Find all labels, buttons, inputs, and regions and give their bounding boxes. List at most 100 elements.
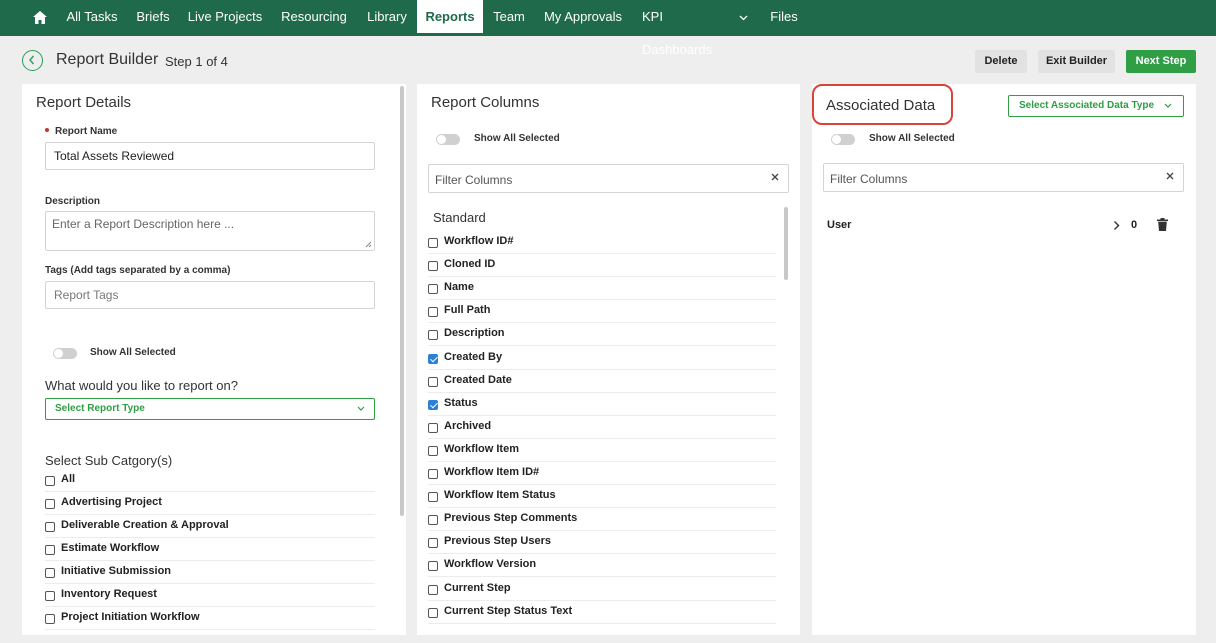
subcategory-item[interactable]: All — [45, 470, 375, 492]
column-checkbox[interactable] — [428, 261, 438, 272]
report-name-input[interactable]: Total Assets Reviewed — [45, 142, 375, 170]
column-label: Created Date — [444, 373, 512, 386]
nav-kpi-dashboards[interactable]: KPI Dashboards — [636, 0, 732, 57]
column-checkbox[interactable] — [428, 607, 438, 618]
column-checkbox[interactable] — [428, 330, 438, 341]
column-checkbox[interactable] — [428, 284, 438, 295]
nav-live-projects[interactable]: Live Projects — [182, 0, 268, 33]
column-label: Created By — [444, 350, 503, 363]
report-type-select-label: Select Report Type — [55, 403, 145, 414]
column-item[interactable]: Full Path — [428, 301, 776, 324]
associated-row-user[interactable]: User — [827, 219, 851, 231]
column-item[interactable]: Workflow Version — [428, 555, 776, 578]
description-placeholder: Enter a Report Description here ... — [52, 217, 235, 231]
subcategory-checkbox[interactable] — [45, 591, 55, 601]
trash-icon[interactable] — [1157, 218, 1168, 231]
column-item[interactable]: Archived — [428, 417, 776, 439]
column-label: Previous Step Comments — [444, 512, 578, 525]
column-checkbox[interactable] — [428, 492, 438, 503]
nav-library[interactable]: Library — [360, 0, 414, 33]
chevron-down-icon — [357, 406, 365, 411]
column-checkbox[interactable] — [428, 445, 438, 456]
subcategory-label: Initiative Submission — [61, 565, 172, 577]
column-item[interactable]: Description — [428, 324, 776, 347]
column-checkbox[interactable] — [428, 469, 438, 479]
subcategory-label: Advertising Project — [61, 496, 162, 508]
column-item[interactable]: Previous Step Users — [428, 532, 776, 555]
report-type-select[interactable]: Select Report Type — [45, 398, 375, 420]
nav-all-tasks[interactable]: All Tasks — [60, 0, 124, 33]
columns-show-all-label: Show All Selected — [474, 133, 560, 144]
delete-button[interactable]: Delete — [975, 50, 1027, 73]
home-icon[interactable] — [33, 11, 47, 24]
associated-data-type-select[interactable]: Select Associated Data Type — [1008, 95, 1184, 117]
column-checkbox[interactable] — [428, 515, 438, 526]
subcategory-label: Inventory Request — [61, 588, 157, 600]
tags-input[interactable]: Report Tags — [45, 281, 375, 309]
column-checkbox[interactable] — [428, 561, 438, 572]
clear-icon[interactable] — [770, 172, 780, 182]
subcategory-item[interactable]: Inventory Request — [45, 585, 375, 607]
associated-filter-input[interactable]: Filter Columns — [823, 163, 1184, 192]
subcategory-checkbox[interactable] — [45, 545, 55, 555]
column-item[interactable]: Workflow Item ID# — [428, 463, 776, 485]
report-columns-title: Report Columns — [431, 94, 540, 111]
columns-show-all-toggle[interactable] — [436, 134, 460, 145]
details-scrollbar[interactable] — [400, 86, 404, 516]
column-checkbox[interactable] — [428, 399, 438, 410]
column-item[interactable]: Created By — [428, 348, 776, 370]
column-item[interactable]: Current Step Status Text — [428, 602, 776, 624]
column-checkbox[interactable] — [428, 584, 438, 595]
subcategory-checkbox[interactable] — [45, 476, 55, 486]
subcategory-checkbox[interactable] — [45, 499, 55, 509]
report-details-panel: Report Details Report Name Total Assets … — [22, 84, 406, 635]
subcategory-checkbox[interactable] — [45, 568, 55, 578]
column-item[interactable]: Workflow ID# — [428, 232, 776, 254]
description-textarea[interactable]: Enter a Report Description here ... — [45, 211, 375, 251]
columns-scrollbar[interactable] — [784, 207, 788, 280]
nav-resourcing[interactable]: Resourcing — [274, 0, 354, 33]
column-item[interactable]: Created Date — [428, 371, 776, 393]
nav-reports[interactable]: Reports — [417, 0, 483, 33]
column-item[interactable]: Previous Step Comments — [428, 509, 776, 532]
column-item[interactable]: Name — [428, 278, 776, 301]
resize-grip-icon[interactable] — [365, 241, 372, 248]
show-all-selected-toggle[interactable] — [53, 348, 77, 359]
column-checkbox[interactable] — [428, 353, 438, 364]
subcategory-checkbox[interactable] — [45, 614, 55, 624]
subcategory-item[interactable]: Deliverable Creation & Approval — [45, 516, 375, 538]
subcategory-item[interactable]: Project Initiation Workflow — [45, 608, 375, 630]
subcategory-label: Project Initiation Workflow — [61, 611, 200, 623]
column-item[interactable]: Status — [428, 394, 776, 416]
column-checkbox[interactable] — [428, 307, 438, 318]
nav-briefs[interactable]: Briefs — [130, 0, 176, 33]
column-label: Archived — [444, 419, 492, 432]
column-checkbox[interactable] — [428, 376, 438, 387]
nav-my-approvals[interactable]: My Approvals — [537, 0, 629, 33]
column-label: Previous Step Users — [444, 535, 551, 548]
columns-filter-input[interactable]: Filter Columns — [428, 164, 789, 193]
clear-icon[interactable] — [1165, 171, 1175, 181]
subcategory-item[interactable]: Estimate Workflow — [45, 539, 375, 561]
column-checkbox[interactable] — [428, 238, 438, 248]
nav-team[interactable]: Team — [487, 0, 531, 33]
report-columns-panel: Report Columns Show All Selected Filter … — [417, 84, 800, 635]
user-count: 0 — [1131, 219, 1138, 231]
show-all-selected-label: Show All Selected — [90, 347, 176, 358]
column-item[interactable]: Cloned ID — [428, 255, 776, 278]
step-indicator: Step 1 of 4 — [165, 54, 228, 69]
column-item[interactable]: Current Step — [428, 579, 776, 601]
chevron-right-icon[interactable] — [1113, 220, 1120, 231]
subcategory-checkbox[interactable] — [45, 522, 55, 532]
column-item[interactable]: Workflow Item Status — [428, 486, 776, 509]
associated-show-all-toggle[interactable] — [831, 134, 855, 145]
back-button[interactable] — [22, 50, 43, 71]
column-checkbox[interactable] — [428, 422, 438, 433]
subcategory-item[interactable]: Advertising Project — [45, 493, 375, 515]
exit-builder-button[interactable]: Exit Builder — [1038, 50, 1115, 73]
next-step-button[interactable]: Next Step — [1126, 50, 1196, 73]
column-checkbox[interactable] — [428, 538, 438, 549]
subcategory-item[interactable]: Initiative Submission — [45, 562, 375, 584]
nav-files[interactable]: Files — [763, 0, 805, 33]
column-item[interactable]: Workflow Item — [428, 440, 776, 462]
